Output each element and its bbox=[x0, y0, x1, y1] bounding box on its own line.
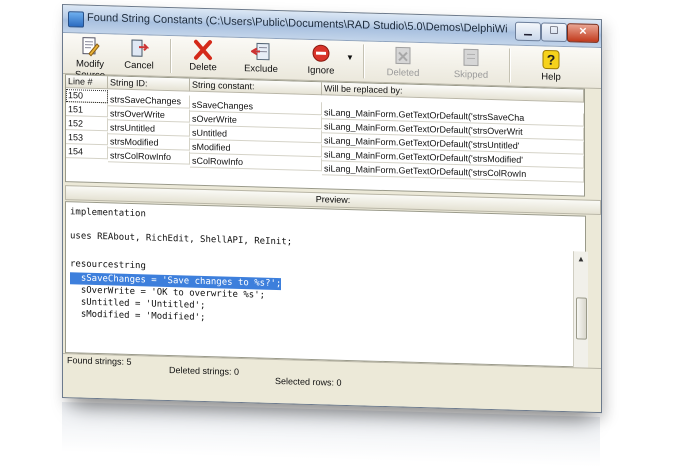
cancel-button[interactable]: Cancel bbox=[121, 37, 157, 74]
help-label: Help bbox=[541, 71, 561, 83]
close-icon: ✕ bbox=[579, 26, 587, 37]
delete-label: Delete bbox=[189, 62, 216, 74]
preview-label: Preview: bbox=[316, 194, 351, 205]
toolbar-separator bbox=[363, 44, 365, 78]
column-header-string-constant[interactable]: String constant: bbox=[190, 79, 322, 96]
help-icon: ? bbox=[541, 48, 561, 71]
strings-grid[interactable]: Line # String ID: String constant: Will … bbox=[65, 74, 585, 197]
window-reflection bbox=[62, 402, 600, 467]
skipped-icon bbox=[461, 46, 481, 69]
selected-rows-status: Selected rows: 0 bbox=[275, 376, 342, 388]
modify-source-button[interactable]: Modify Source bbox=[65, 35, 115, 72]
scroll-up-button[interactable]: ▲ bbox=[576, 253, 586, 265]
maximize-button[interactable]: ☐ bbox=[541, 22, 567, 42]
help-button[interactable]: ? Help bbox=[533, 48, 569, 85]
toolbar-separator bbox=[509, 48, 511, 82]
svg-text:?: ? bbox=[547, 52, 556, 68]
cell-line[interactable]: 151 bbox=[66, 103, 108, 117]
deleted-icon bbox=[393, 44, 413, 67]
chevron-down-icon: ▼ bbox=[346, 53, 354, 62]
cell-string-id[interactable]: strsSaveChanges bbox=[108, 93, 190, 108]
exclude-label: Exclude bbox=[244, 63, 278, 75]
ignore-icon bbox=[311, 42, 331, 65]
code-line: uses REAbout, RichEdit, ShellAPI, ReInit… bbox=[70, 230, 292, 248]
app-icon bbox=[68, 11, 84, 27]
close-button[interactable]: ✕ bbox=[567, 23, 599, 43]
delete-icon bbox=[193, 39, 213, 62]
found-string-constants-window: Found String Constants (C:\Users\Public\… bbox=[62, 4, 602, 413]
cell-line[interactable]: 152 bbox=[66, 117, 108, 131]
ignore-label: Ignore bbox=[308, 65, 335, 77]
skipped-label: Skipped bbox=[454, 69, 488, 81]
cancel-icon bbox=[129, 37, 149, 60]
column-header-string-id[interactable]: String ID: bbox=[108, 76, 190, 91]
column-header-line[interactable]: Line # bbox=[66, 75, 108, 89]
cell-string-id[interactable]: strsModified bbox=[108, 135, 190, 150]
code-line: implementation bbox=[70, 206, 146, 220]
code-line: sModified = 'Modified'; bbox=[70, 308, 205, 324]
skipped-button[interactable]: Skipped bbox=[449, 46, 493, 83]
preview-editor[interactable]: implementation uses REAbout, RichEdit, S… bbox=[65, 201, 586, 368]
code-line: resourcestring bbox=[70, 258, 146, 272]
scroll-thumb[interactable] bbox=[576, 297, 587, 339]
scroll-up-icon: ▲ bbox=[577, 254, 585, 263]
maximize-icon: ☐ bbox=[550, 26, 559, 37]
cell-line[interactable]: 150 bbox=[66, 89, 108, 103]
found-strings-status: Found strings: 5 bbox=[67, 355, 132, 367]
ignore-button[interactable]: Ignore bbox=[299, 42, 343, 79]
cell-string-id[interactable]: strsUntitled bbox=[108, 121, 190, 136]
cell-line[interactable]: 153 bbox=[66, 131, 108, 145]
exclude-button[interactable]: Exclude bbox=[239, 40, 283, 77]
toolbar-separator bbox=[170, 39, 172, 73]
exclude-icon bbox=[251, 40, 271, 63]
delete-button[interactable]: Delete bbox=[183, 38, 223, 75]
cell-line[interactable]: 154 bbox=[66, 145, 108, 159]
deleted-label: Deleted bbox=[387, 67, 420, 79]
cell-string-id[interactable]: strsOverWrite bbox=[108, 107, 190, 122]
cell-string-id[interactable]: strsColRowInfo bbox=[108, 149, 190, 164]
cancel-label: Cancel bbox=[124, 60, 154, 72]
deleted-button[interactable]: Deleted bbox=[381, 44, 425, 81]
window-title: Found String Constants (C:\Users\Public\… bbox=[87, 12, 507, 36]
minimize-icon: ▁ bbox=[524, 25, 532, 36]
modify-source-icon bbox=[80, 36, 100, 59]
deleted-strings-status: Deleted strings: 0 bbox=[169, 365, 239, 377]
minimize-button[interactable]: ▁ bbox=[515, 22, 541, 42]
cell-string-constant[interactable]: sColRowInfo bbox=[190, 155, 322, 172]
